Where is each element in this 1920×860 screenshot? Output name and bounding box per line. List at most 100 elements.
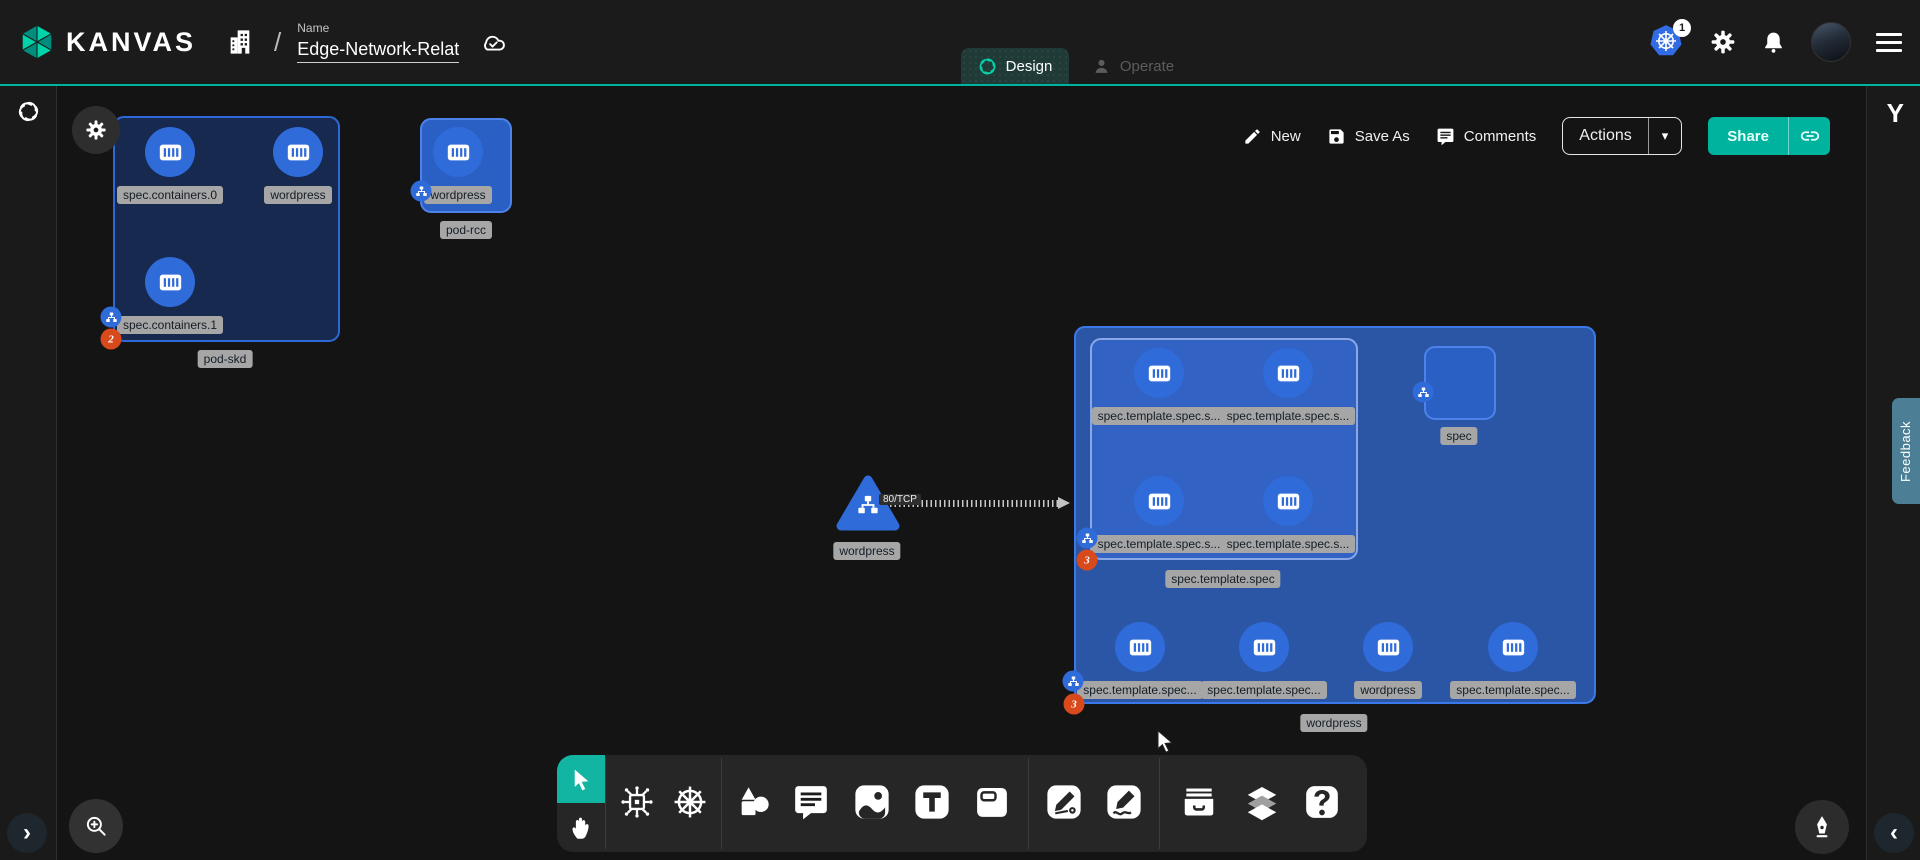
circuit-icon	[619, 784, 656, 821]
container-node[interactable]: spec.template.spec.s...	[1193, 476, 1383, 553]
group-label-template[interactable]: spec.template.spec	[1165, 570, 1280, 588]
dock-divider	[1028, 758, 1029, 849]
container-icon	[1263, 348, 1313, 398]
breadcrumb-separator: /	[274, 27, 281, 58]
container-node[interactable]: spec.template.spec.s...	[1193, 348, 1383, 425]
connection-badge-icon[interactable]	[1413, 382, 1434, 403]
note-icon	[971, 781, 1013, 823]
notifications-bell-icon[interactable]	[1761, 30, 1786, 55]
node-label: wordpress	[424, 186, 491, 204]
shapes-icon	[736, 784, 773, 821]
image-tool[interactable]	[851, 781, 893, 823]
settings-gear-icon[interactable]	[1710, 29, 1736, 55]
organization-icon[interactable]	[226, 28, 254, 56]
actions-dropdown[interactable]: Actions ▾	[1562, 117, 1682, 155]
mode-tabs: Design Operate	[961, 48, 1197, 84]
kanvas-app: KANVAS / Name Design Operate	[0, 0, 1920, 860]
layers-tool[interactable]	[1243, 783, 1281, 821]
error-count-badge[interactable]: 2	[101, 329, 122, 350]
brand[interactable]: KANVAS	[18, 23, 196, 61]
shapes-tool[interactable]	[736, 784, 773, 821]
expand-right-panel-button[interactable]: ‹	[1874, 813, 1914, 853]
dock-divider	[605, 758, 606, 849]
comments-button[interactable]: Comments	[1436, 127, 1537, 146]
zoom-in-button[interactable]	[69, 799, 123, 853]
cursor-arrow-icon	[569, 767, 594, 792]
node-label: spec.containers.1	[117, 316, 223, 334]
container-icon	[1488, 622, 1538, 672]
node-label: wordpress	[1354, 681, 1421, 699]
hand-icon	[568, 814, 595, 841]
container-icon	[1239, 622, 1289, 672]
edge-pen-tool[interactable]	[1043, 781, 1085, 823]
expand-left-panel-button[interactable]: ›	[7, 813, 47, 853]
container-icon	[1263, 476, 1313, 526]
kanvas-logo-icon	[18, 23, 56, 61]
container-icon	[1363, 622, 1413, 672]
meshery-spiral-icon[interactable]	[17, 100, 40, 123]
pen-nib-icon	[1809, 814, 1835, 840]
connection-badge-icon[interactable]	[1077, 528, 1098, 549]
node-label: spec.template.spec.s...	[1221, 407, 1356, 425]
mouse-cursor	[1152, 728, 1178, 754]
actions-caret-icon[interactable]: ▾	[1648, 118, 1682, 154]
asterisk-gear-icon	[85, 119, 107, 141]
group-label-spec[interactable]: spec	[1440, 427, 1477, 445]
container-node[interactable]: wordpress	[363, 127, 553, 204]
container-node[interactable]: spec.template.spec...	[1418, 622, 1608, 699]
cursor-select-tool[interactable]	[557, 755, 605, 803]
container-icon	[1134, 476, 1184, 526]
text-T-icon	[911, 781, 953, 823]
feedback-tab[interactable]: Feedback	[1892, 398, 1920, 504]
kubernetes-tool[interactable]	[672, 784, 709, 821]
tab-design[interactable]: Design	[961, 48, 1069, 84]
node-label: wordpress	[264, 186, 331, 204]
comment-tool[interactable]	[792, 783, 830, 821]
kubernetes-context-button[interactable]: 1	[1649, 24, 1685, 60]
y-widget-icon[interactable]: Y	[1887, 98, 1904, 129]
new-button[interactable]: New	[1243, 127, 1301, 146]
design-name-input[interactable]	[297, 37, 459, 63]
image-icon	[851, 781, 893, 823]
sitemap-icon	[857, 494, 879, 516]
save-as-button[interactable]: Save As	[1327, 127, 1410, 146]
menu-hamburger-icon[interactable]	[1876, 33, 1902, 52]
drawer-icon	[1180, 783, 1218, 821]
text-tool[interactable]	[911, 781, 953, 823]
save-icon	[1327, 127, 1346, 146]
pen-nib-button[interactable]	[1795, 800, 1849, 854]
canvas-settings-button[interactable]	[72, 106, 120, 154]
group-spec[interactable]	[1424, 346, 1496, 420]
node-label: spec.template.spec.s...	[1221, 535, 1356, 553]
brand-wordmark: KANVAS	[66, 27, 196, 58]
error-count-badge[interactable]: 3	[1064, 694, 1085, 715]
avatar[interactable]	[1811, 22, 1851, 62]
group-label-pod-rcc[interactable]: pod-rcc	[440, 221, 492, 239]
error-count-badge[interactable]: 3	[1077, 550, 1098, 571]
dock-divider	[721, 758, 722, 849]
group-label-pod-skd[interactable]: pod-skd	[198, 350, 253, 368]
question-icon	[1302, 782, 1342, 822]
share-button[interactable]: Share	[1708, 117, 1830, 155]
help-tool[interactable]	[1302, 782, 1342, 822]
comment-icon	[792, 783, 830, 821]
freehand-draw-tool[interactable]	[1103, 781, 1145, 823]
deployment-connection-badge[interactable]	[1063, 671, 1084, 692]
zoom-in-icon	[83, 813, 109, 839]
connection-badge-icon[interactable]	[101, 307, 122, 328]
drawer-tool[interactable]	[1180, 783, 1218, 821]
note-tool[interactable]	[971, 781, 1013, 823]
cloud-sync-icon	[479, 28, 507, 56]
design-spiral-icon	[978, 57, 997, 76]
service-node-label: wordpress	[833, 542, 900, 560]
connection-badge-icon[interactable]	[411, 181, 432, 202]
container-icon	[145, 257, 195, 307]
copy-link-icon[interactable]	[1788, 117, 1830, 155]
container-icon	[273, 127, 323, 177]
dock-divider	[1159, 758, 1160, 849]
tab-operate[interactable]: Operate	[1069, 48, 1197, 84]
components-tool[interactable]	[619, 784, 656, 821]
layers-icon	[1243, 783, 1281, 821]
pan-hand-tool[interactable]	[557, 803, 605, 851]
group-label-deployment[interactable]: wordpress	[1300, 714, 1367, 732]
